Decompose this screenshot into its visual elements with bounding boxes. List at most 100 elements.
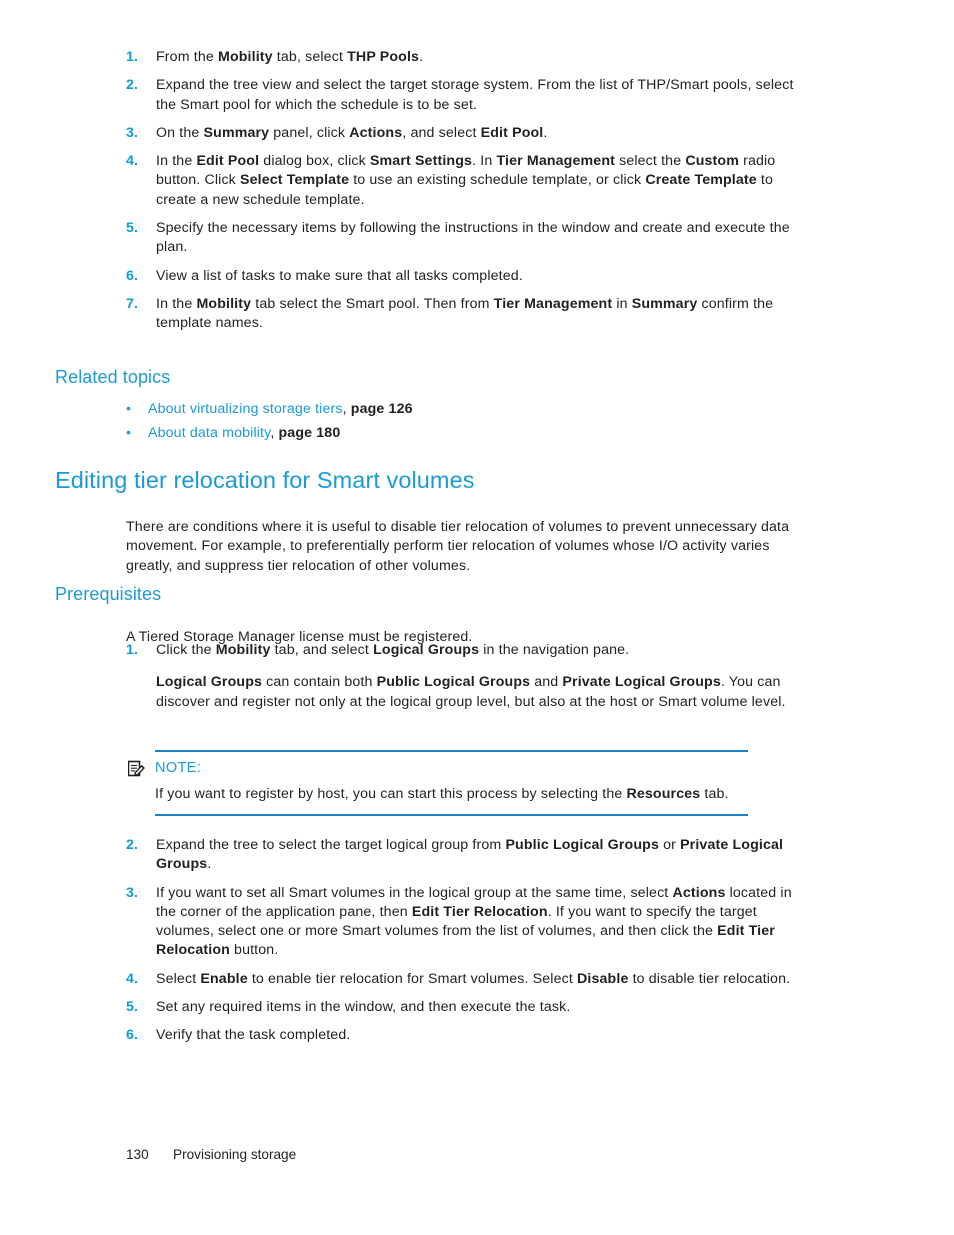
text-run: . [543,124,548,141]
procedure-step: 5. Set any required items in the window, … [126,998,808,1017]
page-footer: 130 Provisioning storage [126,1146,296,1164]
procedure-step: 2. Expand the tree to select the target l… [126,836,808,875]
ui-term: Edit Pool [480,124,544,141]
step-text: View a list of tasks to make sure that a… [156,267,798,286]
step-text: Click the Mobility tab, and select Logic… [156,641,798,660]
procedure-step: 3. On the Summary panel, click Actions, a… [126,124,798,143]
note-body-text: If you want to register by host, you can… [126,785,748,804]
text-run: select the [615,153,686,170]
procedure-step: 2. Expand the tree view and select the ta… [126,76,798,115]
related-topics-section: Related topics • About virtualizing stora… [55,366,795,449]
ui-term: Custom [685,153,739,170]
footer-page-number: 130 [126,1147,149,1162]
step-text: Verify that the task completed. [156,1026,808,1045]
step-number: 5. [126,999,139,1016]
procedure-list-bottom: 2. Expand the tree to select the target l… [126,836,808,1046]
step-text: Expand the tree view and select the targ… [156,76,798,115]
step-number: 3. [126,884,139,901]
step-number: 2. [126,837,139,853]
ui-term: Private Logical Groups [562,674,721,691]
text-run: tab. [700,786,729,802]
text-run: Select [156,970,201,987]
page-reference: page 180 [278,425,341,442]
step-number: 2. [126,77,139,94]
step-text: In the Edit Pool dialog box, click Smart… [156,152,798,210]
step-text: Specify the necessary items by following… [156,219,798,258]
note-label: NOTE: [155,760,202,776]
step-number: 3. [126,124,139,141]
ui-term: Resources [626,786,701,802]
cross-reference-link[interactable]: About data mobility [148,425,270,441]
procedure-step: 3. If you want to set all Smart volumes i… [126,884,808,961]
footer-chapter-title: Provisioning storage [173,1147,297,1162]
step-number: 1. [126,49,139,65]
page-reference: page 126 [350,401,413,417]
step-number: 5. [126,220,139,237]
step-text-continued: Logical Groups can contain both Public L… [156,673,798,712]
ui-term: Logical Groups [373,642,480,658]
text-run: In the [156,295,197,312]
text-run: button. [229,942,279,959]
step-text: Expand the tree to select the target log… [156,836,808,875]
text-run: Click the [156,642,216,658]
text-run: If you want to set all Smart volumes in … [156,884,673,901]
procedure-step: 4. In the Edit Pool dialog box, click Sma… [126,152,798,210]
text-run: . In [472,153,497,170]
procedure-step: 4. Select Enable to enable tier relocatio… [126,970,808,989]
bullet-icon: • [126,401,132,417]
ui-term: Public Logical Groups [505,837,659,853]
note-top-rule [155,750,748,752]
text-run: dialog box, click [259,153,370,170]
note-bottom-rule [155,814,748,817]
text-run: Expand the tree to select the target log… [156,837,506,853]
list-item: • About data mobility, page 180 [126,424,795,443]
step-number: 1. [126,642,139,658]
text-run: In the [156,153,197,170]
note-header: NOTE: [126,759,748,779]
intro-paragraph: There are conditions where it is useful … [126,519,790,574]
step-text: From the Mobility tab, select THP Pools. [156,48,798,67]
procedure-step: 1. From the Mobility tab, select THP Pool… [126,48,798,67]
ui-term: Mobility [215,642,271,658]
page-title: Editing tier relocation for Smart volume… [55,467,475,493]
cross-reference-link[interactable]: About virtualizing storage tiers [148,401,343,417]
note-pencil-icon [127,760,145,777]
text-run: . [419,49,424,65]
step-text: On the Summary panel, click Actions, and… [156,124,798,143]
text-run: From the [156,49,218,65]
text-run: to disable tier relocation. [628,970,791,987]
text-run: , and select [402,124,481,141]
list-item: • About virtualizing storage tiers, page … [126,400,795,419]
ui-term: Mobility [217,49,273,65]
document-page: 1. From the Mobility tab, select THP Pool… [0,0,954,1235]
ui-term: Summary [631,295,698,312]
procedure-step: 7. In the Mobility tab select the Smart p… [126,295,798,334]
step-number: 6. [126,1027,139,1044]
ui-term: Summary [203,124,270,141]
procedure-step: 5. Specify the necessary items by followi… [126,219,798,258]
ui-term: Edit Tier Relocation [411,903,548,920]
ui-term: Create Template [645,172,757,189]
text-run: tab, and select [270,642,374,658]
text-run: On the [156,124,204,141]
text-run: to use an existing schedule template, or… [349,172,646,189]
step-number: 7. [126,295,139,312]
ui-term: Actions [349,124,403,141]
ui-term: Edit Pool [196,153,260,170]
note-admonition: NOTE: If you want to register by host, y… [126,750,748,817]
related-topics-list: • About virtualizing storage tiers, page … [55,400,795,444]
procedure-step: 6. Verify that the task completed. [126,1026,808,1045]
bullet-icon: • [126,425,132,442]
text-run: . [207,856,212,873]
text-run: Verify that the task completed. [156,1027,351,1044]
ui-term: Smart Settings [369,153,473,170]
text-run: tab, select [272,49,348,65]
text-run: panel, click [269,124,350,141]
ui-term: Mobility [196,295,252,312]
procedure-step: 6. View a list of tasks to make sure that… [126,267,798,286]
separator: , [342,401,351,417]
step-number: 4. [126,970,139,987]
ui-term: THP Pools [347,49,420,65]
text-run: to enable tier relocation for Smart volu… [247,970,578,987]
text-run: tab select the Smart pool. Then from [251,295,494,312]
